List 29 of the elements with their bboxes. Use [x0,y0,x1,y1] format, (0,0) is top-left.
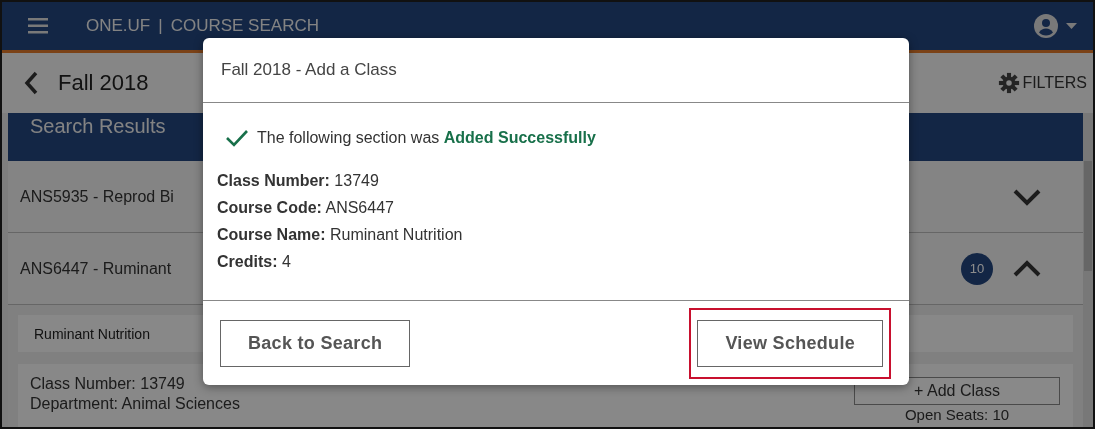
class-detail: Course Name: Ruminant Nutrition [217,225,464,245]
count-badge: 10 [961,252,993,285]
view-schedule-button[interactable]: View Schedule [697,320,883,367]
back-to-search-button[interactable]: Back to Search [220,320,411,367]
app-name: ONE.UF [86,16,151,36]
term-title: Fall 2018 [58,70,149,96]
section-info: Class Number: 13749 [30,374,186,394]
add-class-button[interactable]: + Add Class [854,377,1060,405]
caret-icon[interactable] [1066,23,1077,29]
menu-icon[interactable] [28,18,48,34]
dialog-title: Fall 2018 - Add a Class [203,38,909,103]
course-title: ANS5935 - Reprod Bi [20,187,174,206]
back-chevron-icon[interactable] [24,71,38,95]
section-info: Department: Animal Sciences [30,394,241,414]
open-seats: Open Seats: 10 [904,406,1010,423]
class-detail: Course Code: ANS6447 [217,198,395,218]
page-title: COURSE SEARCH [170,16,319,36]
account-icon[interactable] [1034,14,1058,38]
checkmark-icon [225,128,249,148]
title-separator: | [158,16,163,36]
chevron-up-icon[interactable] [1013,259,1041,278]
course-title: ANS6447 - Ruminant [20,259,172,278]
class-detail: Class Number: 13749 [217,171,380,191]
success-message: The following section was Added Successfully [257,129,596,147]
class-detail: Credits: 4 [217,252,292,272]
gear-icon [998,72,1021,94]
scrollbar[interactable] [1083,113,1093,427]
filters-button[interactable]: FILTERS [998,72,1087,94]
chevron-down-icon[interactable] [1013,187,1041,206]
